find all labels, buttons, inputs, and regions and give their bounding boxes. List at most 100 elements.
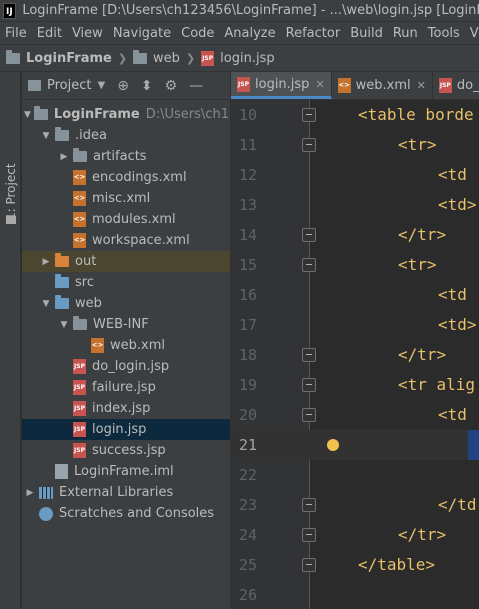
code-text: <td (438, 165, 467, 184)
menu-run[interactable]: Run (388, 26, 423, 41)
tree-item-label: do_login.jsp (92, 359, 170, 374)
tree-item-encodings[interactable]: <> encodings.xml (22, 167, 230, 188)
folder-icon (133, 49, 148, 64)
line-number: 11 (238, 136, 257, 154)
close-icon[interactable]: ✕ (417, 79, 426, 92)
code-line: 20 <td (231, 400, 479, 430)
jsp-file-icon: JSP (237, 76, 250, 92)
tab-do-login[interactable]: JSP do_l (433, 72, 479, 99)
tab-login-jsp[interactable]: JSP login.jsp ✕ (231, 72, 332, 99)
tree-item-web[interactable]: ▼ web (22, 293, 230, 314)
tree-item-failure[interactable]: JSP failure.jsp (22, 377, 230, 398)
tree-item-label: misc.xml (92, 191, 151, 206)
menu-edit[interactable]: Edit (32, 26, 67, 41)
menu-code[interactable]: Code (176, 26, 219, 41)
chevron-right-icon[interactable]: ▶ (40, 257, 52, 267)
fold-icon[interactable] (302, 228, 316, 242)
xml-file-icon: <> (73, 170, 86, 185)
chevron-down-icon[interactable]: ▼ (40, 299, 52, 309)
tree-item-workspace[interactable]: <> workspace.xml (22, 230, 230, 251)
menu-view[interactable]: View (67, 26, 108, 41)
tree-item-index[interactable]: JSP index.jsp (22, 398, 230, 419)
title-bar: IJ LoginFrame [D:\Users\ch123456\LoginFr… (0, 0, 479, 22)
fold-icon[interactable] (302, 408, 316, 422)
breadcrumb-project[interactable]: LoginFrame (6, 49, 112, 66)
chevron-down-icon[interactable]: ▼ (40, 131, 52, 141)
code-text: <td (438, 285, 467, 304)
tree-item-src[interactable]: src (22, 272, 230, 293)
fold-icon[interactable] (302, 348, 316, 362)
menu-vcs[interactable]: VCS (465, 26, 479, 41)
chevron-right-icon[interactable]: ▶ (24, 488, 36, 498)
tree-item-web-inf[interactable]: ▼ WEB-INF (22, 314, 230, 335)
code-text: </tr> (398, 345, 447, 364)
menu-navigate[interactable]: Navigate (108, 26, 176, 41)
fold-icon[interactable] (302, 498, 316, 512)
gear-icon[interactable]: ⚙ (165, 78, 178, 94)
fold-icon[interactable] (302, 138, 316, 152)
breadcrumb-file[interactable]: JSP login.jsp (201, 50, 275, 66)
tree-item-idea[interactable]: ▼ .idea (22, 125, 230, 146)
code-area[interactable]: 10 <table borde 11 <tr> 12 <td 13 <td> 1… (231, 100, 479, 609)
line-number: 12 (238, 166, 257, 184)
menu-build[interactable]: Build (345, 26, 388, 41)
collapse-icon[interactable]: ⬍ (141, 78, 153, 94)
fold-icon[interactable] (302, 378, 316, 392)
tree-item-loginframe[interactable]: ▼ LoginFrame D:\Users\ch123 (22, 104, 230, 125)
fold-icon[interactable] (302, 558, 316, 572)
line-number: 19 (238, 376, 257, 394)
code-text: <tr> (398, 135, 437, 154)
fold-icon[interactable] (302, 108, 316, 122)
tree-item-external-libraries[interactable]: ▶ External Libraries (22, 482, 230, 503)
breadcrumb-web[interactable]: web (133, 49, 180, 66)
breadcrumb-label: web (153, 50, 180, 66)
folder-icon (73, 148, 87, 162)
code-line: 17 <td> (231, 310, 479, 340)
tree-item-scratches[interactable]: Scratches and Consoles (22, 503, 230, 524)
menu-refactor[interactable]: Refactor (281, 26, 346, 41)
tree-item-web-xml[interactable]: <> web.xml (22, 335, 230, 356)
tree-item-iml[interactable]: LoginFrame.iml (22, 461, 230, 482)
menu-analyze[interactable]: Analyze (219, 26, 280, 41)
close-icon[interactable]: ✕ (315, 78, 324, 91)
tree-item-out[interactable]: ▶ out (22, 251, 230, 272)
tree-item-modules[interactable]: <> modules.xml (22, 209, 230, 230)
line-number: 21 (238, 436, 257, 454)
menu-file[interactable]: File (0, 26, 32, 41)
locate-icon[interactable]: ⊕ (117, 78, 129, 94)
line-number: 17 (238, 316, 257, 334)
project-panel-header: Project ▼ ⊕ ⬍ ⚙ — (22, 72, 230, 100)
tree-item-label: login.jsp (92, 422, 147, 437)
line-number: 22 (238, 466, 257, 484)
lightbulb-icon[interactable] (327, 439, 339, 451)
editor: JSP login.jsp ✕ <> web.xml ✕ JSP do_l 10… (230, 72, 479, 609)
jsp-file-icon: JSP (73, 443, 86, 458)
folder-icon (6, 49, 20, 64)
xml-file-icon: <> (73, 233, 86, 248)
tree-item-label: modules.xml (92, 212, 176, 227)
chevron-down-icon[interactable]: ▼ (97, 80, 105, 91)
project-view-selector[interactable]: Project (47, 78, 91, 93)
tree-item-do-login[interactable]: JSP do_login.jsp (22, 356, 230, 377)
tab-web-xml[interactable]: <> web.xml ✕ (332, 72, 433, 99)
hide-icon[interactable]: — (189, 78, 203, 94)
menu-bar: File Edit View Navigate Code Analyze Ref… (0, 22, 479, 44)
code-line: 13 <td> (231, 190, 479, 220)
jsp-file-icon: JSP (73, 422, 86, 437)
tree-item-artifacts[interactable]: ▶ artifacts (22, 146, 230, 167)
chevron-down-icon[interactable]: ▼ (24, 110, 31, 120)
code-text: <td> (438, 195, 477, 214)
fold-icon[interactable] (302, 528, 316, 542)
code-line-current: 21 (231, 430, 479, 460)
chevron-down-icon[interactable]: ▼ (58, 320, 70, 330)
tree-item-misc[interactable]: <> misc.xml (22, 188, 230, 209)
fold-icon[interactable] (302, 258, 316, 272)
line-number: 14 (238, 226, 257, 244)
code-text: </table> (358, 555, 436, 574)
tree-item-login[interactable]: JSP login.jsp (22, 419, 230, 440)
chevron-right-icon[interactable]: ▶ (58, 152, 70, 162)
menu-tools[interactable]: Tools (423, 26, 465, 41)
project-panel: Project ▼ ⊕ ⬍ ⚙ — ▼ LoginFrame D:\Users\… (22, 72, 230, 609)
code-text: <tr> (398, 255, 437, 274)
tree-item-success[interactable]: JSP success.jsp (22, 440, 230, 461)
